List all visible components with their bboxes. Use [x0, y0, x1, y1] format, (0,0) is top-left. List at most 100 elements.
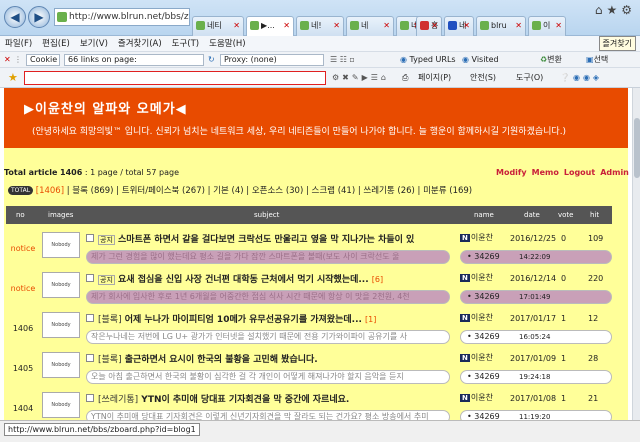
post-category: [블록] — [98, 355, 122, 365]
toolbar-tools-icons[interactable]: ☰ ☷ ▫ — [330, 52, 355, 68]
post-vote: 0 — [561, 234, 567, 243]
ref-dot-icon: • — [467, 252, 472, 261]
links-dropdown[interactable]: 66 links on page: — [64, 54, 204, 66]
tools-menu[interactable]: 도구(O) — [516, 68, 543, 88]
author-badge-icon: N — [460, 314, 470, 322]
convert-label: 변환 — [547, 55, 562, 64]
post-subject-link[interactable]: [쓰레기통] YTN이 추미애 당대표 기자회견을 막 중간에 자르네요. — [98, 392, 454, 405]
post-subject: 출근하면서 요시이 한국의 불황을 고민해 봤습니다. — [124, 355, 318, 365]
ref-number: 34269 — [474, 252, 500, 261]
menu-favorites[interactable]: 즐겨찾기(A) — [113, 36, 167, 52]
post-author[interactable]: N 이윤찬 — [460, 392, 493, 403]
menu-edit[interactable]: 편집(E) — [37, 36, 75, 52]
memo-link[interactable]: Memo — [532, 168, 559, 177]
browser-tab[interactable]: ▶... ✕ — [246, 16, 294, 36]
browser-tab[interactable]: 네! ✕ — [296, 16, 344, 36]
back-button[interactable]: ◀ — [4, 6, 26, 28]
forward-button[interactable]: ▶ — [28, 6, 50, 28]
total-label: Total article — [4, 168, 58, 177]
post-author[interactable]: N 이윤찬 — [460, 352, 493, 363]
scrollbar-thumb[interactable] — [634, 118, 640, 178]
post-select-checkbox[interactable] — [86, 394, 94, 402]
favorites-star-icon-2[interactable]: ★ — [8, 68, 18, 88]
thumbnail-label: Nobody — [51, 282, 71, 288]
post-thumbnail[interactable]: Nobody — [42, 392, 80, 418]
visited-button[interactable]: ◉ Visited — [462, 52, 499, 68]
browser-tab[interactable]: 네 ✕ — [444, 16, 474, 36]
status-url: http://www.blrun.net/bbs/zboard.php?id=b… — [4, 423, 200, 436]
post-subject: YTN이 추미애 당대표 기자회견을 막 중간에 자르네요. — [141, 395, 350, 405]
post-subject-link[interactable]: 공지 요새 접심을 신입 사장 건너편 대학동 근처에서 먹기 시작했는데...… — [98, 272, 454, 285]
typed-urls-button[interactable]: ◉ Typed URLs — [400, 52, 456, 68]
address-bar[interactable]: http://www.blrun.net/bbs/zb — [54, 8, 190, 26]
header-vote: vote — [558, 211, 574, 219]
tab-label: 네티 — [207, 21, 222, 30]
cookie-dropdown[interactable]: Cookie — [26, 54, 60, 66]
safety-menu[interactable]: 안전(S) — [470, 68, 496, 88]
post-subject-link[interactable]: 공지 스마트폰 하면서 같을 걸다보면 크락선도 만울리고 옆을 막 지나가는 … — [98, 232, 454, 245]
proxy-dropdown[interactable]: Proxy: (none) — [220, 54, 324, 66]
post-subject-link[interactable]: [블록] 어제 누나가 마이피티엄 10메가 유무선공유기를 가져왔는데... … — [98, 312, 454, 325]
page-scrollbar[interactable] — [632, 88, 640, 420]
post-select-checkbox[interactable] — [86, 314, 94, 322]
browser-tab[interactable]: blru ✕ — [476, 16, 526, 36]
post-thumbnail[interactable]: Nobody — [42, 312, 80, 338]
tab-close-icon[interactable]: ✕ — [383, 17, 390, 35]
menu-tools[interactable]: 도구(T) — [167, 36, 204, 52]
post-thumbnail[interactable]: Nobody — [42, 352, 80, 378]
post-author[interactable]: N 이윤찬 — [460, 312, 493, 323]
post-select-checkbox[interactable] — [86, 274, 94, 282]
tab-close-icon[interactable]: ✕ — [431, 17, 438, 35]
menu-help[interactable]: 도움말(H) — [204, 36, 250, 52]
tab-favicon-icon — [532, 21, 541, 30]
home-icon[interactable]: ⌂ — [595, 3, 607, 17]
favorites-star-icon[interactable]: ★ — [606, 3, 621, 17]
extra-tool-icons[interactable]: ❔◉◉◈ — [560, 68, 602, 88]
post-author[interactable]: N 이윤찬 — [460, 232, 493, 243]
tab-close-icon[interactable]: ✕ — [515, 17, 522, 35]
menu-view[interactable]: 보기(V) — [75, 36, 113, 52]
post-author[interactable]: N 이윤찬 — [460, 272, 493, 283]
address-text: http://www.blrun.net/bbs/zb — [69, 12, 190, 22]
tab-favicon-icon — [400, 21, 409, 30]
category-list[interactable]: | 블록 (869) | 트위터/페이스북 (267) | 기본 (4) | 오… — [67, 186, 472, 196]
browser-tab[interactable]: 네 ✕ — [346, 16, 394, 36]
modify-link[interactable]: Modify — [496, 168, 527, 177]
total-badge[interactable]: TOTAL — [8, 186, 34, 195]
post-select-checkbox[interactable] — [86, 354, 94, 362]
tab-close-icon[interactable]: ✕ — [333, 17, 340, 35]
tab-close-icon[interactable]: ✕ — [283, 17, 290, 35]
post-thumbnail[interactable]: Nobody — [42, 232, 80, 258]
board-info: Total article 1406 : 1 page / total 57 p… — [4, 168, 179, 177]
tab-close-icon[interactable]: ✕ — [233, 17, 240, 35]
browser-tab[interactable]: 이 ✕ — [528, 16, 566, 36]
post-category: 공지 — [98, 275, 115, 285]
admin-link[interactable]: Admin — [600, 168, 629, 177]
settings-gear-icon[interactable]: ⚙ — [621, 3, 636, 17]
post-vote: 1 — [561, 394, 567, 403]
print-icon[interactable]: ⎙ — [402, 68, 408, 88]
browser-tab[interactable]: 네티 ✕ — [192, 16, 244, 36]
post-preview: 오늘 아침 출근하면서 한국의 불황이 심각한 걸 각 개인이 어떻게 해져나가… — [86, 370, 450, 384]
browser-tab[interactable]: 홍 ✕ — [416, 16, 442, 36]
refresh-icon[interactable]: ↻ — [208, 52, 215, 68]
post-date: 2016/12/14 — [510, 274, 557, 283]
convert-button[interactable]: ♻변환 — [540, 52, 562, 68]
select-button[interactable]: ▣선택 — [586, 52, 608, 68]
logout-link[interactable]: Logout — [564, 168, 595, 177]
menu-file[interactable]: 파일(F) — [0, 36, 37, 52]
header-images: images — [48, 211, 74, 219]
tab-close-icon[interactable]: ✕ — [555, 17, 562, 35]
thumbnail-label: Nobody — [51, 322, 71, 328]
command-tool-icons[interactable]: ⚙✖✎▶☰⌂ — [332, 68, 389, 88]
comment-count: [6] — [371, 275, 384, 284]
ref-dot-icon: • — [467, 372, 472, 381]
tab-close-icon[interactable]: ✕ — [463, 17, 470, 35]
post-select-checkbox[interactable] — [86, 234, 94, 242]
search-input[interactable] — [24, 71, 326, 85]
post-subject-link[interactable]: [블록] 출근하면서 요시이 한국의 불황을 고민해 봤습니다. — [98, 352, 454, 365]
close-toolbar-icon[interactable]: ✕ — [4, 52, 11, 68]
post-time: 14:22:09 — [519, 253, 551, 261]
post-thumbnail[interactable]: Nobody — [42, 272, 80, 298]
page-menu[interactable]: 페이지(P) — [418, 68, 451, 88]
